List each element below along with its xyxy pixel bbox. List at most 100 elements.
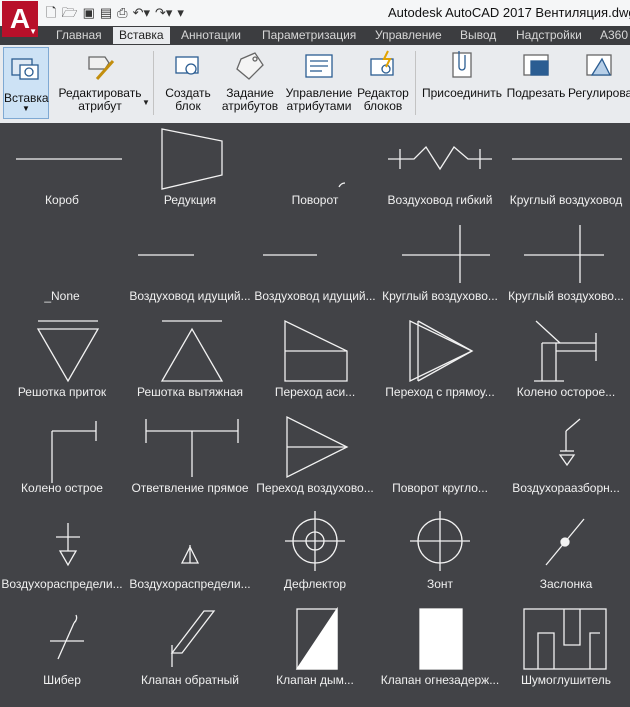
- insert-label: Вставка: [4, 91, 49, 105]
- dropdown-arrow-icon: ▼: [29, 27, 37, 36]
- block-straight-tee[interactable]: Ответвление прямое: [128, 411, 252, 507]
- block-round-duct[interactable]: Круглый воздуховод: [504, 123, 628, 219]
- block-round-turn[interactable]: Поворот кругло...: [378, 411, 502, 507]
- define-attributes-button[interactable]: Задание атрибутов: [221, 49, 279, 113]
- tab-home[interactable]: Главная: [56, 27, 102, 44]
- define-attributes-icon: [236, 52, 264, 80]
- logo-letter: A: [9, 3, 31, 34]
- block-round-duct-cross-2[interactable]: Круглый воздухово...: [504, 219, 628, 315]
- block-label: Клапан обратный: [141, 673, 239, 687]
- block-duct-down[interactable]: Воздуховод идущий...: [253, 219, 377, 315]
- create-block-icon: [175, 56, 199, 75]
- block-label: Дефлектор: [283, 577, 347, 591]
- block-label: Колено острое: [21, 481, 103, 495]
- block-silencer[interactable]: Шумоглушитель: [504, 603, 628, 699]
- block-label: Воздухораaзборн...: [512, 481, 620, 495]
- block-label: Воздуховод идущий...: [129, 289, 251, 303]
- block-supply-grille[interactable]: Решотка приток: [0, 315, 124, 411]
- block-label: Круглый воздуховод: [509, 193, 623, 207]
- tab-output[interactable]: Вывод: [460, 27, 496, 44]
- plot-icon[interactable]: ⎙: [117, 4, 127, 22]
- create-block-label-2: блок: [175, 99, 201, 113]
- block-hood[interactable]: Зонт: [378, 507, 502, 603]
- block-air-diffuser-1[interactable]: Воздухораспредели...: [0, 507, 124, 603]
- tab-annotate[interactable]: Аннотации: [181, 27, 241, 44]
- attach-button[interactable]: Присоединить: [420, 49, 504, 100]
- block-label: Воздухораспредели...: [1, 577, 123, 591]
- block-deflector[interactable]: Дефлектор: [253, 507, 377, 603]
- block-label: Короб: [45, 193, 79, 207]
- block-fire-valve[interactable]: Клапан огнезадерж...: [378, 603, 502, 699]
- block-asym-transition[interactable]: Переход аси...: [253, 315, 377, 411]
- block-air-diffuser-2[interactable]: Воздухораспредели...: [128, 507, 252, 603]
- create-block-label-1: Создать: [165, 86, 211, 100]
- block-label: Круглый воздухово...: [382, 289, 498, 303]
- block-label: Переход аси...: [274, 385, 356, 399]
- block-label: Решотка приток: [17, 385, 107, 399]
- autocad-logo-menu-button[interactable]: A ▼: [2, 1, 38, 37]
- manage-attributes-button[interactable]: Управление атрибутами: [283, 49, 355, 113]
- edit-attribute-icon: [88, 56, 115, 80]
- tab-addins[interactable]: Надстройки: [516, 27, 582, 44]
- block-korob[interactable]: Короб: [0, 123, 124, 219]
- block-check-valve[interactable]: Клапан обратный: [128, 603, 252, 699]
- define-attributes-label-1: Задание: [226, 86, 274, 100]
- ribbon-separator: [153, 51, 154, 115]
- block-label: Воздуховод гибкий: [387, 193, 493, 207]
- tab-parametric[interactable]: Параметризация: [262, 27, 356, 44]
- manage-attributes-label-2: атрибутами: [286, 99, 352, 113]
- edit-attribute-dropdown-icon[interactable]: ▼: [142, 98, 150, 107]
- tab-manage[interactable]: Управление: [375, 27, 442, 44]
- block-povorot[interactable]: Поворот: [253, 123, 377, 219]
- block-label: Клапан огнезадерж...: [380, 673, 500, 687]
- clip-icon: [523, 54, 549, 76]
- tab-insert[interactable]: Вставка: [113, 27, 170, 44]
- new-icon[interactable]: 🗋: [46, 4, 56, 22]
- block-label: Клапан дым...: [276, 673, 354, 687]
- quick-access-toolbar: 🗋 🗁 ▣ ▤ ⎙ ↶▾ ↷▾ ▾: [46, 3, 184, 23]
- block-smoke-valve[interactable]: Клапан дым...: [253, 603, 377, 699]
- block-exhaust-grille[interactable]: Решотка вытяжная: [128, 315, 252, 411]
- block-sharp-elbow-2[interactable]: Колено острое: [0, 411, 124, 507]
- adjust-button[interactable]: Регулирова: [568, 49, 630, 100]
- block-none[interactable]: _None: [0, 219, 124, 315]
- block-editor-button[interactable]: Редактор блоков: [356, 49, 410, 113]
- insert-block-button[interactable]: Вставка ▼: [3, 47, 49, 119]
- tab-a360[interactable]: A360: [600, 27, 628, 44]
- block-gate[interactable]: Шибер: [0, 603, 124, 699]
- block-label: Круглый воздухово...: [508, 289, 624, 303]
- edit-attribute-label-2: атрибут: [78, 99, 122, 113]
- define-attributes-label-2: атрибутов: [221, 99, 279, 113]
- block-label: _None: [44, 289, 80, 303]
- title-bar: A ▼ 🗋 🗁 ▣ ▤ ⎙ ↶▾ ↷▾ ▾ Autodesk AutoCAD 2…: [0, 0, 630, 37]
- clip-button[interactable]: Подрезать: [506, 49, 566, 100]
- block-palette: Короб Редукция Поворот Воздуховод гибкий…: [0, 123, 630, 707]
- block-duct-transition[interactable]: Переход воздухово...: [253, 411, 377, 507]
- save-icon[interactable]: ▣: [83, 4, 95, 22]
- customize-icon[interactable]: ▾: [177, 4, 184, 22]
- block-duct-up[interactable]: Воздуховод идущий...: [128, 219, 252, 315]
- ribbon-tabs: Главная Вставка Аннотации Параметризация…: [0, 26, 630, 45]
- insert-dropdown-icon: ▼: [22, 104, 30, 113]
- block-air-intake[interactable]: Воздухораaзборн...: [504, 411, 628, 507]
- undo-icon[interactable]: ↶▾: [133, 4, 150, 22]
- open-icon[interactable]: 🗁: [61, 4, 77, 22]
- block-editor-label-1: Редактор: [357, 86, 409, 100]
- create-block-button[interactable]: Создать блок: [162, 49, 214, 113]
- block-flexible-duct[interactable]: Воздуховод гибкий: [378, 123, 502, 219]
- edit-attribute-button[interactable]: Редактировать атрибут: [58, 49, 142, 113]
- adjust-label: Регулирова: [568, 86, 630, 100]
- attach-label: Присоединить: [421, 86, 502, 100]
- ribbon-panel: Вставка ▼ Редактировать атрибут ▼ Создат…: [0, 45, 630, 124]
- block-label: Зонт: [426, 577, 454, 591]
- block-round-duct-cross[interactable]: Круглый воздухово...: [378, 219, 502, 315]
- block-rect-transition[interactable]: Переход с прямоу...: [378, 315, 502, 411]
- block-sharp-elbow-1[interactable]: Колено остороe...: [504, 315, 628, 411]
- block-reduktsiya[interactable]: Редукция: [128, 123, 252, 219]
- block-editor-label-2: блоков: [363, 99, 403, 113]
- block-label: Переход воздухово...: [256, 481, 374, 495]
- save-as-icon[interactable]: ▤: [100, 4, 112, 22]
- block-damper[interactable]: Заслонка: [504, 507, 628, 603]
- block-label: Шибер: [43, 673, 81, 687]
- redo-icon[interactable]: ↷▾: [155, 4, 172, 22]
